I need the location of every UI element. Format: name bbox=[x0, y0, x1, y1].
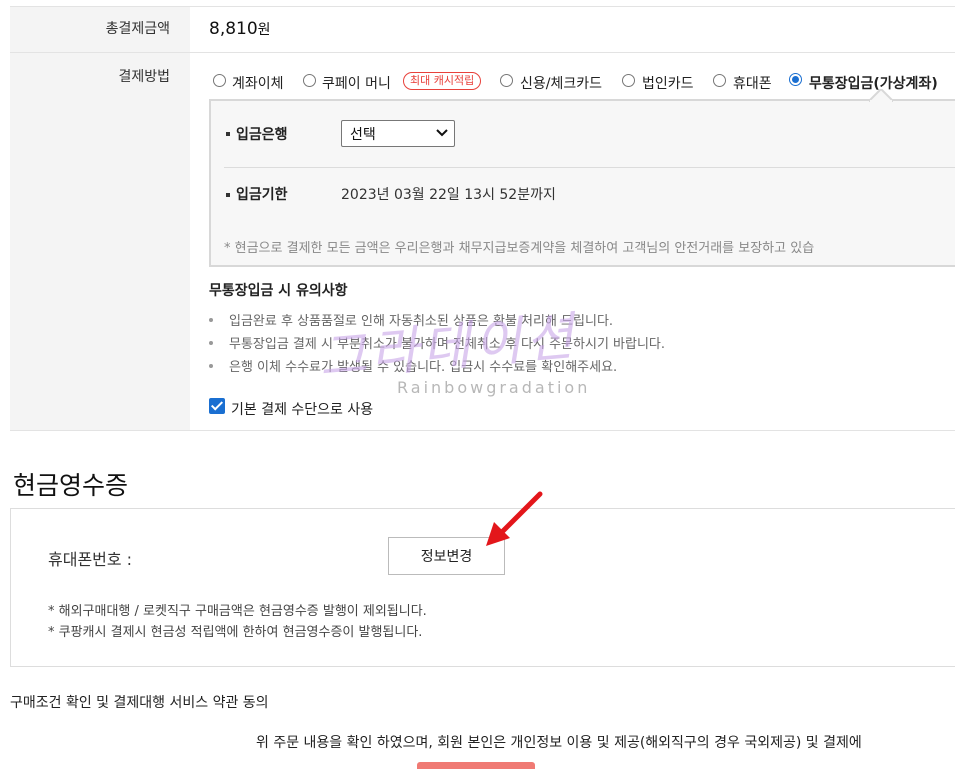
notice-bullet bbox=[209, 318, 213, 322]
bullet bbox=[226, 193, 230, 197]
default-payment-label[interactable]: 기본 결제 수단으로 사용 bbox=[231, 399, 373, 419]
label-mobile-phone[interactable]: 휴대폰 bbox=[733, 73, 772, 93]
deposit-deadline-label: 입금기한 bbox=[236, 187, 288, 203]
label-coupay-money[interactable]: 쿠페이 머니 bbox=[322, 73, 391, 93]
notice-bullet bbox=[209, 341, 213, 345]
notice-title: 무통장입금 시 유의사항 bbox=[209, 283, 348, 299]
guarantee-note: * 현금으로 결제한 모든 금액은 우리은행과 채무지급보증계약을 체결하여 고… bbox=[224, 241, 815, 256]
max-cash-badge: 최대 캐시적립 bbox=[403, 72, 482, 90]
terms-text: 위 주문 내용을 확인 하였으며, 회원 본인은 개인정보 이용 및 제공(해외… bbox=[256, 735, 862, 751]
deposit-bank-label: 입금은행 bbox=[236, 127, 288, 143]
info-box-pointer bbox=[869, 89, 893, 102]
radio-coupay-money[interactable] bbox=[303, 74, 316, 87]
deposit-bank-select[interactable]: 선택 bbox=[341, 120, 455, 147]
pay-button[interactable] bbox=[417, 762, 535, 769]
payment-method-label: 결제방법 bbox=[10, 53, 190, 430]
watermark-script: 그라데이션 bbox=[316, 306, 580, 390]
total-amount-number: 8,810 bbox=[209, 19, 258, 39]
default-payment-checkbox[interactable] bbox=[209, 398, 225, 414]
phone-number-label: 휴대폰번호 : bbox=[48, 550, 133, 569]
total-amount-value: 8,810원 bbox=[209, 19, 271, 39]
receipt-note: * 해외구매대행 / 로켓직구 구매금액은 현금영수증 발행이 제외됩니다. bbox=[48, 604, 427, 619]
total-amount-unit: 원 bbox=[257, 22, 271, 38]
deposit-deadline-value: 2023년 03월 22일 13시 52분까지 bbox=[341, 187, 556, 203]
notice-bullet bbox=[209, 364, 213, 368]
radio-credit-card[interactable] bbox=[500, 74, 513, 87]
terms-title: 구매조건 확인 및 결제대행 서비스 약관 동의 bbox=[10, 695, 269, 711]
receipt-note: * 쿠팡캐시 결제시 현금성 적립액에 한하여 현금영수증이 발행됩니다. bbox=[48, 625, 423, 640]
red-arrow-icon bbox=[486, 491, 543, 546]
radio-account-transfer[interactable] bbox=[213, 74, 226, 87]
radio-corporate-card[interactable] bbox=[622, 74, 635, 87]
watermark-sub: Rainbowgradation bbox=[397, 378, 591, 397]
bullet bbox=[226, 132, 230, 136]
cash-receipt-title: 현금영수증 bbox=[13, 471, 129, 500]
chevron-down-icon bbox=[436, 127, 448, 141]
label-corporate-card[interactable]: 법인카드 bbox=[642, 73, 694, 93]
radio-mobile-phone[interactable] bbox=[713, 74, 726, 87]
label-account-transfer[interactable]: 계좌이체 bbox=[232, 73, 284, 93]
radio-virtual-account[interactable] bbox=[789, 73, 802, 86]
total-amount-label: 총결제금액 bbox=[10, 7, 190, 52]
deposit-bank-select-value: 선택 bbox=[350, 127, 376, 143]
label-credit-card[interactable]: 신용/체크카드 bbox=[520, 73, 602, 93]
